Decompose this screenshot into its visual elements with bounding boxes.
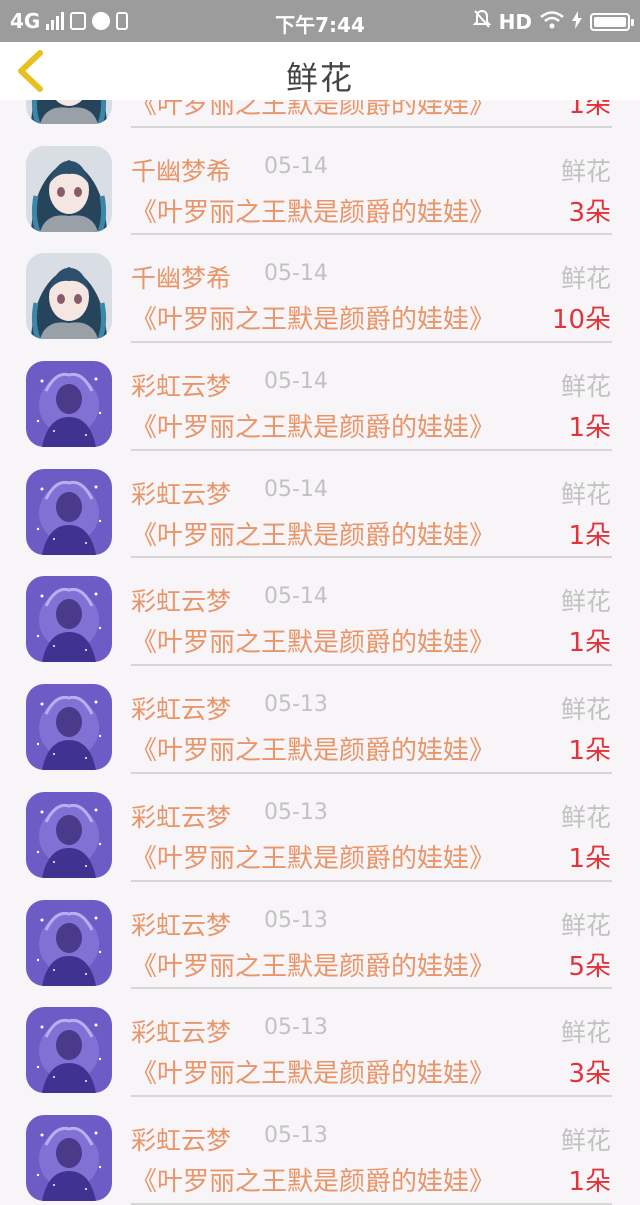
book-title[interactable]: 《叶罗丽之王默是颜爵的娃娃》	[131, 299, 495, 336]
user-name[interactable]: 彩虹云梦	[131, 1121, 231, 1157]
gift-type: 鲜花	[560, 910, 611, 940]
flower-count: 3朵	[568, 1059, 611, 1090]
avatar-image	[26, 361, 112, 448]
page-title: 鲜花	[285, 59, 354, 97]
avatar-image	[26, 253, 112, 340]
avatar-image	[26, 468, 112, 555]
record-date: 05-14	[264, 153, 328, 179]
nav-bar: 鲜花	[0, 42, 640, 100]
hd-label: HD	[498, 9, 532, 34]
wifi-icon	[540, 10, 564, 34]
flower-count: 1朵	[568, 628, 611, 659]
divider	[131, 1202, 612, 1205]
gift-type: 鲜花	[560, 695, 611, 725]
avatar-image	[26, 576, 112, 663]
record-date: 05-14	[264, 584, 328, 610]
avatar-purple-girl[interactable]	[26, 576, 112, 663]
avatar-image	[26, 899, 112, 986]
mute-bell-icon	[472, 9, 492, 34]
gift-type: 鲜花	[560, 156, 611, 186]
book-title[interactable]: 《叶罗丽之王默是颜爵的娃娃》	[131, 622, 495, 659]
user-name[interactable]: 彩虹云梦	[131, 906, 231, 942]
list-item[interactable]: 千幽梦希 05-14 鲜花 《叶罗丽之王默是颜爵的娃娃》 1朵	[0, 100, 640, 128]
avatar-image	[26, 100, 112, 124]
record-date: 05-13	[264, 1122, 328, 1148]
list-item[interactable]: 彩虹云梦 05-13 鲜花 《叶罗丽之王默是颜爵的娃娃》 1朵	[0, 1097, 640, 1205]
charging-icon	[572, 10, 582, 34]
record-date: 05-13	[264, 907, 328, 933]
avatar-anime-girl[interactable]	[26, 145, 112, 232]
gift-type: 鲜花	[560, 1125, 611, 1155]
avatar-purple-girl[interactable]	[26, 684, 112, 771]
list-item[interactable]: 彩虹云梦 05-13 鲜花 《叶罗丽之王默是颜爵的娃娃》 1朵	[0, 774, 640, 882]
book-title[interactable]: 《叶罗丽之王默是颜爵的娃娃》	[131, 515, 495, 552]
book-title[interactable]: 《叶罗丽之王默是颜爵的娃娃》	[131, 730, 495, 767]
user-name[interactable]: 彩虹云梦	[131, 475, 231, 511]
list-item[interactable]: 彩虹云梦 05-13 鲜花 《叶罗丽之王默是颜爵的娃娃》 3朵	[0, 989, 640, 1097]
list-item[interactable]: 千幽梦希 05-14 鲜花 《叶罗丽之王默是颜爵的娃娃》 3朵	[0, 128, 640, 236]
gift-type: 鲜花	[560, 587, 611, 617]
record-date: 05-13	[264, 1015, 328, 1041]
status-right: HD	[472, 9, 634, 34]
flower-count: 3朵	[568, 197, 611, 228]
book-title[interactable]: 《叶罗丽之王默是颜爵的娃娃》	[131, 1161, 495, 1198]
avatar-purple-girl[interactable]	[26, 899, 112, 986]
book-title[interactable]: 《叶罗丽之王默是颜爵的娃娃》	[131, 100, 495, 121]
list-item[interactable]: 彩虹云梦 05-14 鲜花 《叶罗丽之王默是颜爵的娃娃》 1朵	[0, 343, 640, 451]
user-name[interactable]: 千幽梦希	[131, 152, 231, 188]
flower-records-list[interactable]: 千幽梦希 05-14 鲜花 《叶罗丽之王默是颜爵的娃娃》 1朵 千幽梦希 05-…	[0, 100, 640, 1205]
avatar-anime-girl[interactable]	[26, 253, 112, 340]
record-date: 05-14	[264, 476, 328, 502]
avatar-purple-girl[interactable]	[26, 1114, 112, 1201]
user-name[interactable]: 彩虹云梦	[131, 690, 231, 726]
flower-count: 1朵	[568, 843, 611, 874]
avatar-image	[26, 1007, 112, 1094]
rows-container: 千幽梦希 05-14 鲜花 《叶罗丽之王默是颜爵的娃娃》 1朵 千幽梦希 05-…	[0, 100, 640, 1205]
gift-type: 鲜花	[560, 264, 611, 294]
user-name[interactable]: 千幽梦希	[131, 259, 231, 295]
user-name[interactable]: 彩虹云梦	[131, 798, 231, 834]
avatar-purple-girl[interactable]	[26, 468, 112, 555]
book-title[interactable]: 《叶罗丽之王默是颜爵的娃娃》	[131, 946, 495, 983]
avatar-image	[26, 791, 112, 878]
avatar-anime-girl[interactable]	[26, 100, 112, 124]
avatar-purple-girl[interactable]	[26, 1007, 112, 1094]
avatar-purple-girl[interactable]	[26, 791, 112, 878]
user-name[interactable]: 彩虹云梦	[131, 1013, 231, 1049]
flower-count: 1朵	[568, 413, 611, 444]
status-bar: 4G 下午7:44 HD	[0, 0, 640, 42]
avatar-purple-girl[interactable]	[26, 361, 112, 448]
record-date: 05-14	[264, 261, 328, 287]
gift-type: 鲜花	[560, 1018, 611, 1048]
flower-count: 1朵	[568, 1166, 611, 1197]
list-item[interactable]: 彩虹云梦 05-13 鲜花 《叶罗丽之王默是颜爵的娃娃》 1朵	[0, 666, 640, 774]
list-item[interactable]: 千幽梦希 05-14 鲜花 《叶罗丽之王默是颜爵的娃娃》 10朵	[0, 235, 640, 344]
battery-icon	[590, 12, 634, 31]
gift-type: 鲜花	[560, 372, 611, 402]
book-title[interactable]: 《叶罗丽之王默是颜爵的娃娃》	[131, 192, 495, 229]
gift-type: 鲜花	[560, 479, 611, 509]
record-date: 05-14	[264, 369, 328, 395]
book-title[interactable]: 《叶罗丽之王默是颜爵的娃娃》	[131, 407, 495, 444]
avatar-image	[26, 684, 112, 771]
gift-type: 鲜花	[560, 802, 611, 832]
record-date: 05-13	[264, 799, 328, 825]
user-name[interactable]: 彩虹云梦	[131, 582, 231, 618]
list-item[interactable]: 彩虹云梦 05-14 鲜花 《叶罗丽之王默是颜爵的娃娃》 1朵	[0, 558, 640, 667]
list-item[interactable]: 彩虹云梦 05-14 鲜花 《叶罗丽之王默是颜爵的娃娃》 1朵	[0, 451, 640, 559]
avatar-image	[26, 145, 112, 232]
list-item[interactable]: 彩虹云梦 05-13 鲜花 《叶罗丽之王默是颜爵的娃娃》 5朵	[0, 882, 640, 990]
flower-count: 10朵	[551, 305, 611, 336]
record-date: 05-13	[264, 692, 328, 718]
avatar-image	[26, 1114, 112, 1201]
flower-count: 1朵	[568, 520, 611, 551]
flower-count: 1朵	[568, 100, 611, 120]
book-title[interactable]: 《叶罗丽之王默是颜爵的娃娃》	[131, 838, 495, 875]
flower-count: 1朵	[568, 736, 611, 767]
user-name[interactable]: 彩虹云梦	[131, 367, 231, 403]
book-title[interactable]: 《叶罗丽之王默是颜爵的娃娃》	[131, 1053, 495, 1090]
flower-count: 5朵	[568, 951, 611, 982]
